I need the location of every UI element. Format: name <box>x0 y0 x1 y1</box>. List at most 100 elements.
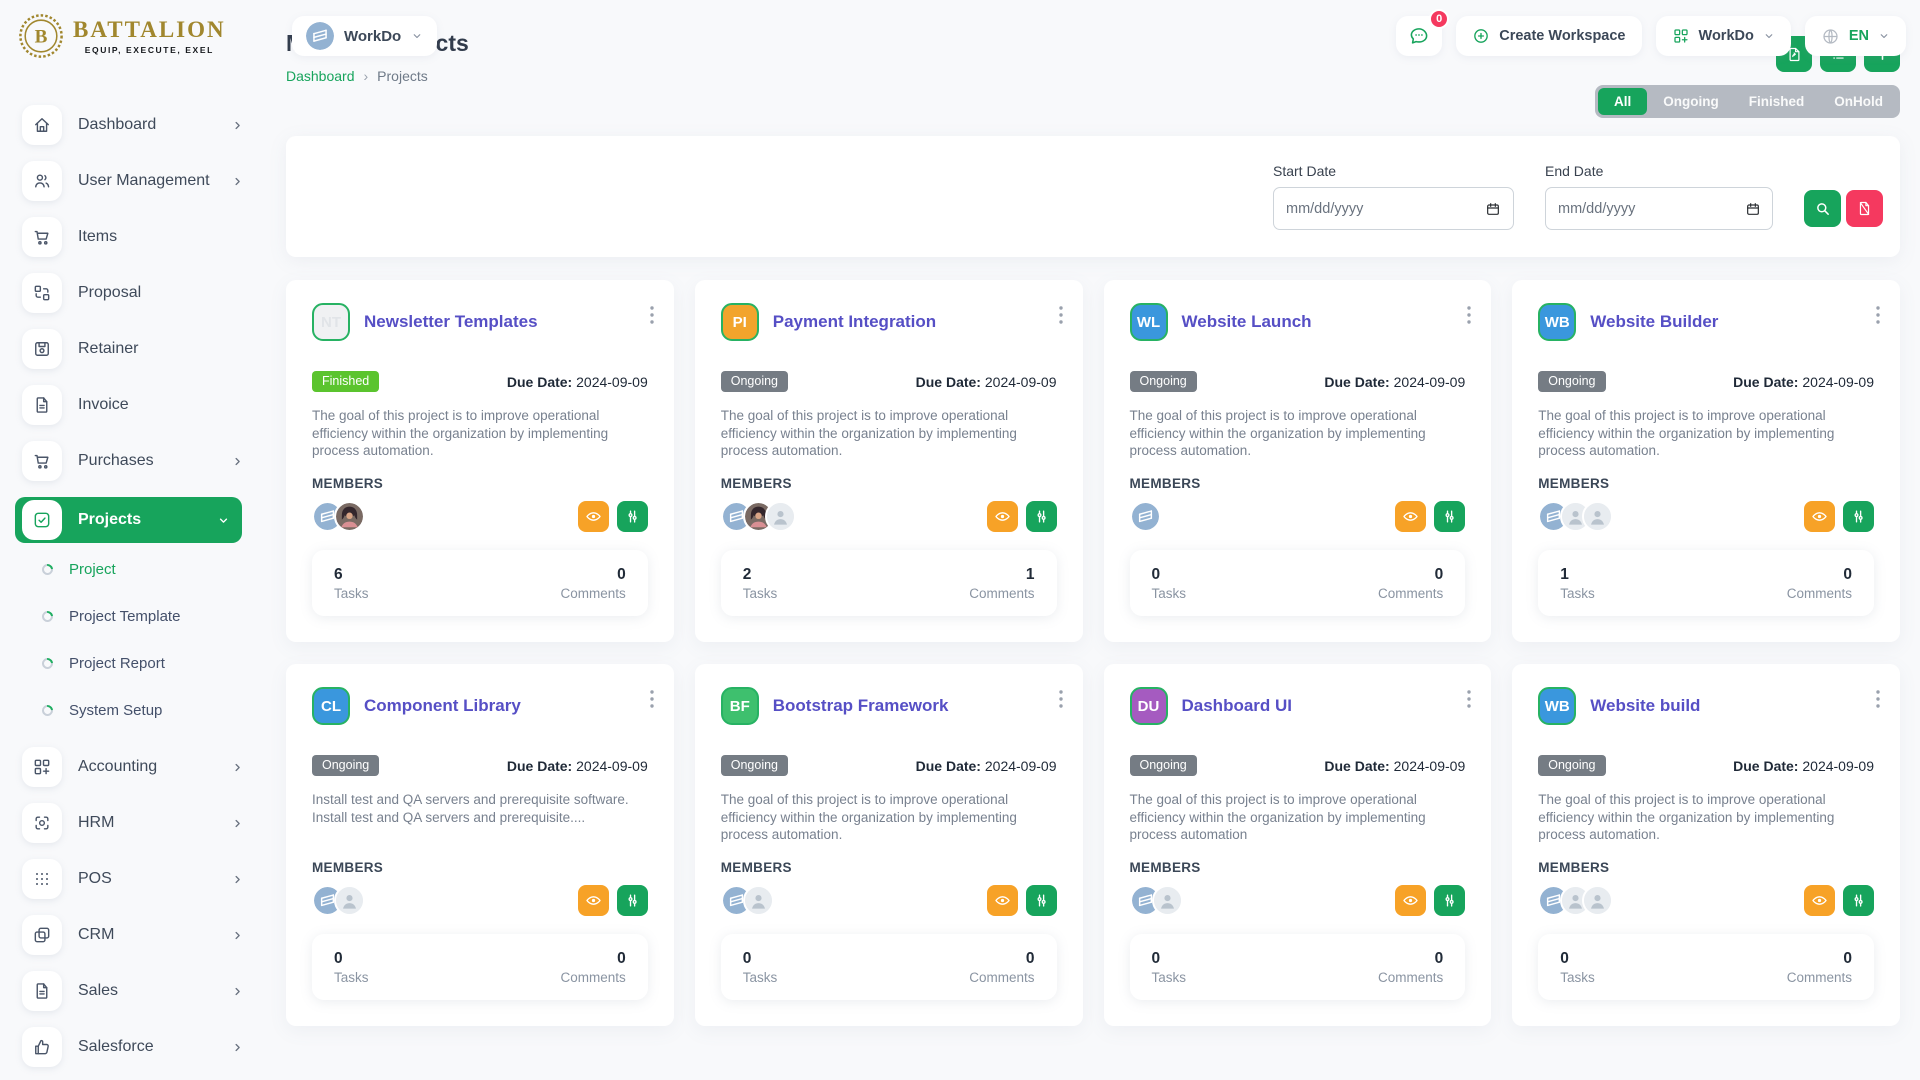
project-tasks-button[interactable] <box>617 501 648 532</box>
sidebar-subitem-project[interactable]: Project <box>42 559 260 579</box>
due-date-label: Due Date: <box>507 758 572 774</box>
sidebar-item-projects[interactable]: Projects <box>15 497 242 543</box>
card-menu-button[interactable] <box>646 302 658 328</box>
project-tasks-button[interactable] <box>1026 501 1057 532</box>
project-title-link[interactable]: Component Library <box>364 696 521 716</box>
tab-onhold[interactable]: OnHold <box>1820 88 1897 115</box>
sidebar-item-items[interactable]: Items <box>22 217 260 257</box>
thumbs-up-icon <box>22 1027 62 1067</box>
project-tasks-button[interactable] <box>1843 885 1874 916</box>
card-menu-button[interactable] <box>1872 302 1884 328</box>
project-title-link[interactable]: Website build <box>1590 696 1700 716</box>
message-icon <box>1408 25 1430 47</box>
project-tasks-button[interactable] <box>1843 501 1874 532</box>
sidebar-subitem-project-report[interactable]: Project Report <box>42 653 260 673</box>
card-menu-button[interactable] <box>1463 302 1475 328</box>
sidebar-item-user-management[interactable]: User Management <box>22 161 260 201</box>
search-button[interactable] <box>1804 190 1841 227</box>
start-date-input[interactable] <box>1286 201 1485 217</box>
sidebar-item-pos[interactable]: POS <box>22 859 260 899</box>
tasks-label: Tasks <box>1152 970 1187 985</box>
project-tasks-button[interactable] <box>1026 885 1057 916</box>
messages-button[interactable]: 0 <box>1396 16 1442 56</box>
project-title-link[interactable]: Website Launch <box>1182 312 1312 332</box>
view-project-button[interactable] <box>1395 501 1426 532</box>
sidebar-item-retainer[interactable]: Retainer <box>22 329 260 369</box>
kanban-icon <box>1033 508 1050 525</box>
globe-icon <box>1821 27 1840 46</box>
sidebar-subitem-system-setup[interactable]: System Setup <box>42 700 260 720</box>
sidebar-item-salesforce[interactable]: Salesforce <box>22 1027 260 1067</box>
project-title-link[interactable]: Payment Integration <box>773 312 936 332</box>
project-title-link[interactable]: Bootstrap Framework <box>773 696 949 716</box>
brand-emblem-icon: B <box>18 13 64 59</box>
due-date-value: 2024-09-09 <box>985 758 1057 774</box>
status-badge: Ongoing <box>721 371 788 392</box>
tasks-count: 0 <box>334 950 369 968</box>
eye-icon <box>585 508 602 525</box>
project-tasks-button[interactable] <box>1434 885 1465 916</box>
sidebar-item-dashboard[interactable]: Dashboard <box>22 105 260 145</box>
view-project-button[interactable] <box>578 501 609 532</box>
sidebar-item-sales[interactable]: Sales <box>22 971 260 1011</box>
end-date-input[interactable] <box>1558 201 1745 217</box>
project-title-link[interactable]: Newsletter Templates <box>364 312 538 332</box>
view-project-button[interactable] <box>1804 501 1835 532</box>
chevron-right-icon <box>231 817 244 830</box>
comments-label: Comments <box>969 970 1034 985</box>
workspace-avatar <box>1130 501 1161 532</box>
workdo-menu-button[interactable]: WorkDo <box>1656 16 1791 56</box>
tab-finished[interactable]: Finished <box>1735 88 1819 115</box>
view-project-button[interactable] <box>987 501 1018 532</box>
reset-filter-button[interactable] <box>1846 190 1883 227</box>
topbar: B BATTALION EQUIP, EXECUTE, EXEL WorkDo … <box>0 0 1920 72</box>
sidebar-subitem-project-template[interactable]: Project Template <box>42 606 260 626</box>
project-tasks-button[interactable] <box>617 885 648 916</box>
tab-all[interactable]: All <box>1598 88 1647 115</box>
comments-count: 0 <box>1378 950 1443 968</box>
sidebar-item-proposal[interactable]: Proposal <box>22 273 260 313</box>
brand-logo[interactable]: B BATTALION EQUIP, EXECUTE, EXEL <box>18 13 260 59</box>
project-stats: 1 Tasks 0 Comments <box>1538 550 1874 616</box>
placeholder-avatar <box>1582 885 1613 916</box>
view-project-button[interactable] <box>1804 885 1835 916</box>
tab-ongoing[interactable]: Ongoing <box>1649 88 1732 115</box>
project-card-bootstrap-framework: BF Bootstrap Framework Ongoing Due Date:… <box>695 664 1083 1026</box>
comments-count: 0 <box>1787 950 1852 968</box>
calendar-icon[interactable] <box>1485 201 1501 217</box>
card-menu-button[interactable] <box>646 686 658 712</box>
view-project-button[interactable] <box>1395 885 1426 916</box>
eye-icon <box>1811 508 1828 525</box>
project-stats: 0 Tasks 0 Comments <box>1130 550 1466 616</box>
due-date: Due Date: 2024-09-09 <box>1324 758 1465 774</box>
grid-dots-icon <box>22 859 62 899</box>
project-title-link[interactable]: Website Builder <box>1590 312 1718 332</box>
sidebar-item-invoice[interactable]: Invoice <box>22 385 260 425</box>
card-menu-button[interactable] <box>1872 686 1884 712</box>
view-project-button[interactable] <box>987 885 1018 916</box>
eye-icon <box>994 508 1011 525</box>
language-selector[interactable]: EN <box>1805 16 1906 56</box>
workspace-switcher[interactable]: WorkDo <box>292 16 437 56</box>
sidebar-item-accounting[interactable]: Accounting <box>22 747 260 787</box>
status-badge: Ongoing <box>1130 755 1197 776</box>
sidebar-item-purchases[interactable]: Purchases <box>22 441 260 481</box>
workspace-name: WorkDo <box>344 28 401 45</box>
project-stats: 6 Tasks 0 Comments <box>312 550 648 616</box>
due-date: Due Date: 2024-09-09 <box>916 374 1057 390</box>
view-project-button[interactable] <box>578 885 609 916</box>
messages-badge: 0 <box>1429 9 1449 29</box>
project-title-link[interactable]: Dashboard UI <box>1182 696 1293 716</box>
card-menu-button[interactable] <box>1055 302 1067 328</box>
project-tasks-button[interactable] <box>1434 501 1465 532</box>
card-menu-button[interactable] <box>1463 686 1475 712</box>
eye-icon <box>585 892 602 909</box>
sidebar-item-crm[interactable]: CRM <box>22 915 260 955</box>
create-workspace-button[interactable]: Create Workspace <box>1456 16 1641 56</box>
calendar-icon[interactable] <box>1745 201 1761 217</box>
member-avatars <box>721 885 774 916</box>
card-menu-button[interactable] <box>1055 686 1067 712</box>
chevron-right-icon <box>231 985 244 998</box>
tasks-label: Tasks <box>1152 586 1187 601</box>
sidebar-item-hrm[interactable]: HRM <box>22 803 260 843</box>
